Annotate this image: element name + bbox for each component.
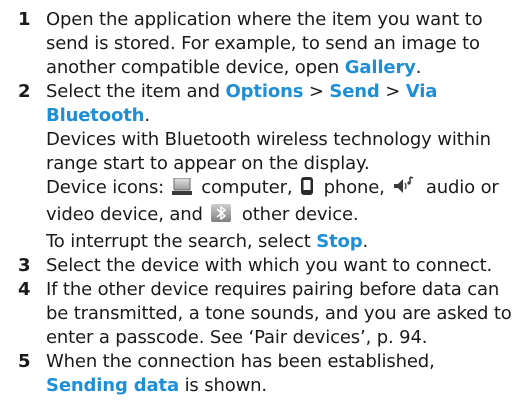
step-4: 4 If the other device requires pairing b… bbox=[0, 278, 529, 350]
instruction-steps: 1 Open the application where the item yo… bbox=[0, 0, 529, 398]
gallery-link[interactable]: Gallery bbox=[345, 57, 416, 78]
phone-icon bbox=[300, 176, 314, 203]
step-number: 2 bbox=[18, 81, 31, 102]
sending-data-link[interactable]: Sending data bbox=[46, 375, 179, 396]
step-text: Select the device with which you want to… bbox=[46, 255, 493, 276]
options-link[interactable]: Options bbox=[226, 81, 304, 102]
step-5: 5 When the connection has been establish… bbox=[18, 351, 435, 396]
step-2: 2 Select the item and Options > Send > V… bbox=[18, 81, 499, 252]
send-link[interactable]: Send bbox=[329, 81, 379, 102]
audio-icon bbox=[392, 176, 416, 203]
step-number: 5 bbox=[18, 351, 31, 372]
stop-link[interactable]: Stop bbox=[316, 231, 362, 252]
step-number: 3 bbox=[18, 255, 31, 276]
bluetooth-description: Devices with Bluetooth wireless technolo… bbox=[46, 129, 491, 174]
step-3: 3 Select the device with which you want … bbox=[0, 254, 529, 278]
step-text: If the other device requires pairing bef… bbox=[46, 279, 512, 348]
step-number: 4 bbox=[18, 279, 31, 300]
step-number: 1 bbox=[18, 9, 31, 30]
bluetooth-icon bbox=[210, 203, 232, 230]
step-1: 1 Open the application where the item yo… bbox=[18, 9, 483, 78]
computer-icon bbox=[171, 177, 192, 203]
